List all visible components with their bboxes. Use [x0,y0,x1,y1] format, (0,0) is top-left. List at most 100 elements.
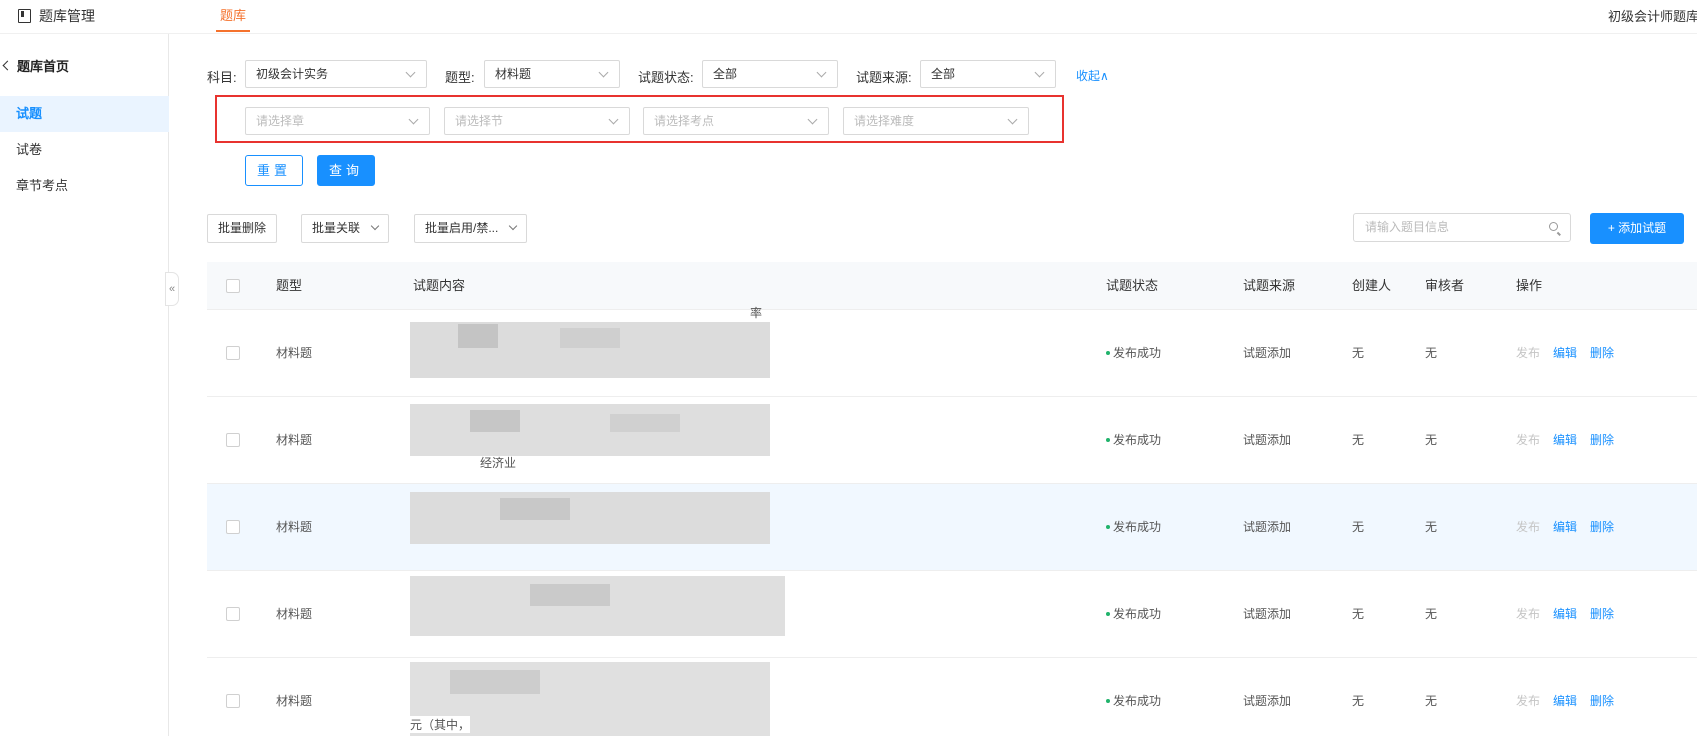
type-label: 题型: [445,70,475,85]
redacted-block [560,328,620,348]
cell-source: 试题添加 [1243,346,1292,360]
batch-delete-button[interactable]: 批量删除 [207,214,278,243]
cell-source: 试题添加 [1243,607,1292,621]
redacted-block [410,404,770,456]
search-icon[interactable] [1549,222,1558,231]
source-label: 试题来源: [856,70,912,85]
delete-action[interactable]: 删除 [1590,310,1614,397]
point-placeholder: 请选择考点 [654,114,715,128]
cell-source: 试题添加 [1243,433,1292,447]
back-label: 题库首页 [17,59,70,74]
redacted-block [450,670,540,694]
search-input[interactable]: 请输入题目信息 [1353,213,1571,242]
cell-type: 材料题 [276,520,313,534]
publish-action[interactable]: 发布 [1516,658,1540,736]
publish-action[interactable]: 发布 [1516,484,1540,571]
type-select[interactable]: 材料题 [484,60,620,88]
subject-select[interactable]: 初级会计实务 [245,60,427,88]
edit-action[interactable]: 编辑 [1553,484,1577,571]
cell-reviewer: 无 [1425,520,1438,534]
row-checkbox[interactable] [226,433,240,447]
edit-action[interactable]: 编辑 [1553,658,1577,736]
col-creator: 创建人 [1352,278,1392,293]
sidebar-item-chapters[interactable]: 章节考点 [0,168,169,204]
difficulty-select[interactable]: 请选择难度 [843,107,1029,135]
sidebar-item-papers[interactable]: 试卷 [0,132,169,168]
chapter-placeholder: 请选择章 [256,114,305,128]
edit-action[interactable]: 编辑 [1553,310,1577,397]
bank-name-label[interactable]: 初级会计师题库 [1608,6,1697,25]
row-checkbox[interactable] [226,520,240,534]
cell-creator: 无 [1352,433,1365,447]
row-checkbox[interactable] [226,346,240,360]
cell-status: 发布成功 [1106,571,1161,658]
subject-label: 科目: [207,70,237,85]
batch-toggle-label: 批量启用/禁... [425,221,499,235]
delete-action[interactable]: 删除 [1590,571,1614,658]
cell-creator: 无 [1352,520,1365,534]
row-checkbox[interactable] [226,694,240,708]
cell-source: 试题添加 [1243,520,1292,534]
status-text: 发布成功 [1113,607,1162,621]
redacted-block [530,584,610,606]
cell-type: 材料题 [276,346,313,360]
sidebar-collapse-icon[interactable]: « [165,272,179,306]
active-tab-indicator [216,30,250,32]
select-all-checkbox[interactable] [226,279,240,293]
batch-link-dropdown[interactable]: 批量关联 [301,214,390,243]
chevron-down-icon [1007,114,1018,125]
redacted-content-area: 率 经济业 元（其中， [410,278,785,736]
app-title: 题库管理 [18,6,95,26]
delete-action[interactable]: 删除 [1590,658,1614,736]
col-type: 题型 [276,278,303,293]
status-text: 发布成功 [1113,694,1162,708]
cell-reviewer: 无 [1425,433,1438,447]
tab-question-bank[interactable]: 题库 [220,5,246,24]
cell-reviewer: 无 [1425,346,1438,360]
edit-action[interactable]: 编辑 [1553,397,1577,484]
delete-action[interactable]: 删除 [1590,397,1614,484]
publish-action[interactable]: 发布 [1516,310,1540,397]
chevron-down-icon [509,221,518,231]
collapse-filters-link[interactable]: 收起∧ [1076,67,1109,84]
top-header: 题库管理 题库 初级会计师题库 [0,0,1697,34]
chevron-down-icon [807,114,818,125]
point-select[interactable]: 请选择考点 [643,107,829,135]
chevron-down-icon [370,221,380,231]
app-title-text: 题库管理 [39,8,95,24]
publish-action[interactable]: 发布 [1516,397,1540,484]
col-status: 试题状态 [1106,278,1159,293]
status-text: 发布成功 [1113,346,1162,360]
row-checkbox[interactable] [226,607,240,621]
cell-type: 材料题 [276,607,313,621]
cell-type: 材料题 [276,694,313,708]
cell-creator: 无 [1352,607,1365,621]
cell-reviewer: 无 [1425,694,1438,708]
add-question-button[interactable]: + 添加试题 [1590,213,1684,244]
chevron-down-icon [1034,67,1045,78]
section-placeholder: 请选择节 [455,114,504,128]
sidebar-item-questions[interactable]: 试题 [0,96,169,132]
sidebar: 题库首页 试题 试卷 章节考点 [0,34,169,736]
content-fragment: 元（其中， [410,716,471,733]
delete-action[interactable]: 删除 [1590,484,1614,571]
publish-action[interactable]: 发布 [1516,571,1540,658]
batch-toggle-dropdown[interactable]: 批量启用/禁... [414,214,528,243]
type-value: 材料题 [495,67,532,81]
back-to-home-link[interactable]: 题库首页 [2,56,70,75]
status-select[interactable]: 全部 [702,60,838,88]
cell-status: 发布成功 [1106,310,1161,397]
redacted-block [470,410,520,432]
query-button[interactable]: 查询 [317,155,375,186]
cell-type: 材料题 [276,433,313,447]
status-value: 全部 [713,67,738,81]
chapter-select[interactable]: 请选择章 [245,107,430,135]
chevron-left-icon [2,60,13,71]
source-select[interactable]: 全部 [920,60,1056,88]
reset-button[interactable]: 重置 [245,155,303,186]
status-dot-icon [1106,351,1110,355]
section-select[interactable]: 请选择节 [444,107,630,135]
status-text: 发布成功 [1113,520,1162,534]
edit-action[interactable]: 编辑 [1553,571,1577,658]
status-dot-icon [1106,438,1110,442]
